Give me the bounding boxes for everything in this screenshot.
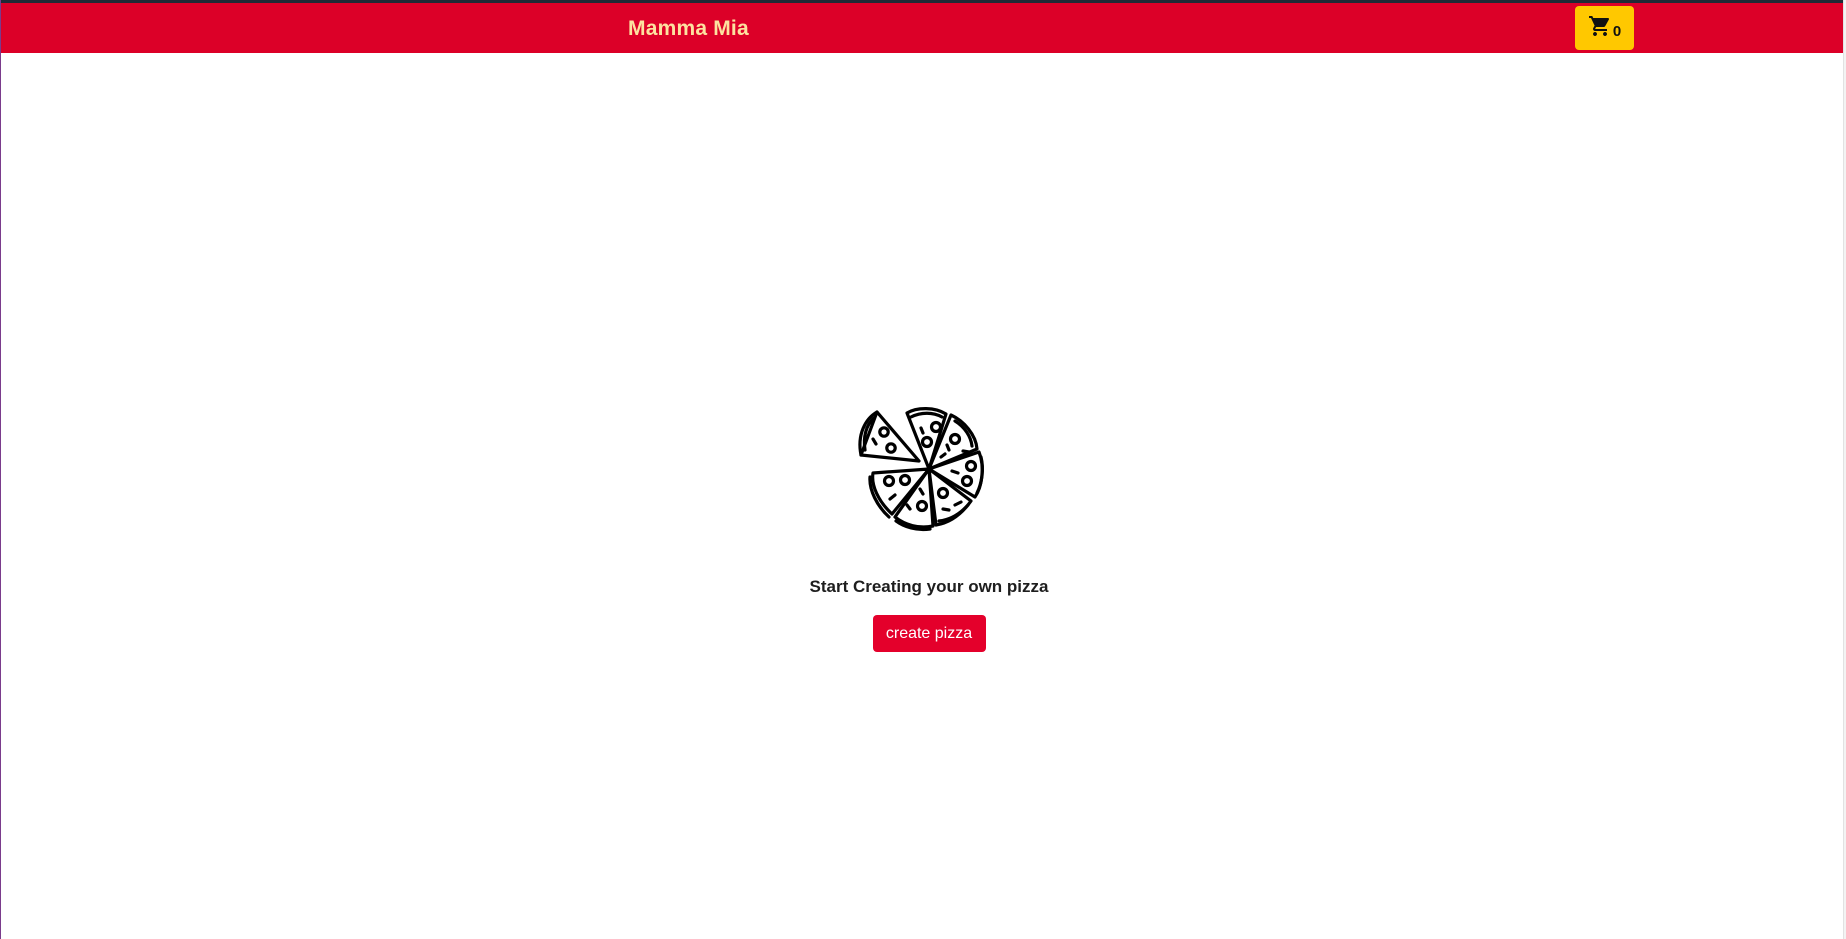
cart-count-badge: 0 — [1612, 22, 1622, 40]
app-page: Mamma Mia 0 Start Creating your own pizz… — [0, 0, 1846, 939]
empty-state-message: Start Creating your own pizza — [809, 577, 1049, 596]
pizza-icon — [858, 407, 984, 532]
empty-state: Start Creating your own pizza create piz… — [1, 405, 1846, 652]
cart-button[interactable]: 0 — [1575, 6, 1634, 50]
cart-icon — [1588, 16, 1609, 36]
navbar: Mamma Mia 0 — [1, 3, 1843, 53]
brand-logo[interactable]: Mamma Mia — [628, 17, 749, 41]
create-pizza-button[interactable]: create pizza — [872, 615, 986, 652]
